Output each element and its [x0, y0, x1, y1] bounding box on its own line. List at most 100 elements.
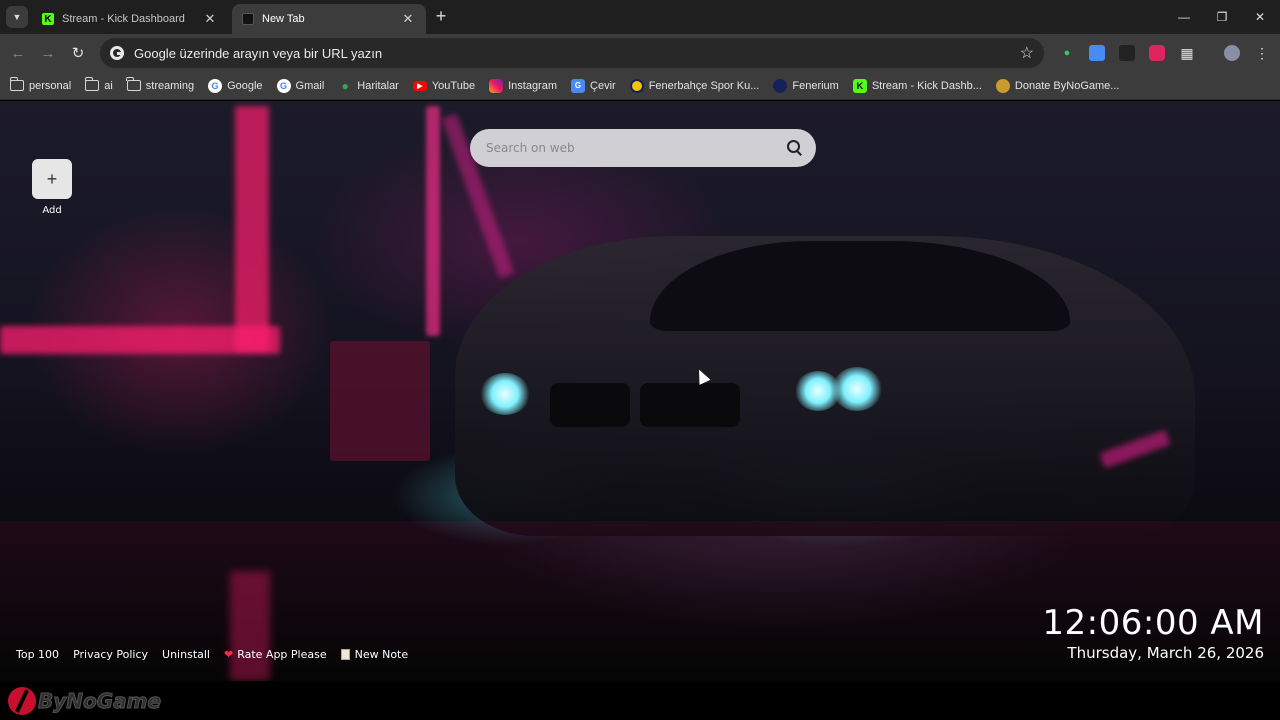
bookmark-label: YouTube	[431, 79, 476, 92]
folder-icon	[84, 77, 100, 93]
car-grille	[550, 383, 630, 427]
new-note-link[interactable]: New Note	[340, 648, 409, 661]
folder-icon	[126, 77, 141, 93]
video-extension-icon[interactable]	[1149, 45, 1165, 61]
new-tab-page: + Add Top 100 Privacy Policy Uninstall ❤…	[0, 101, 1280, 681]
bynogame-mark-icon	[8, 687, 36, 715]
browser-toolbar: ← → ↻ Google üzerinde arayın veya bir UR…	[0, 34, 1280, 72]
uninstall-link[interactable]: Uninstall	[162, 648, 210, 661]
google-icon	[110, 46, 124, 60]
add-shortcut-label: Add	[42, 205, 62, 216]
bookmark-star-icon[interactable]: ☆	[1020, 43, 1034, 63]
new-tab-button[interactable]: +	[432, 7, 450, 26]
close-icon[interactable]: ✕	[202, 11, 218, 27]
rate-app-link[interactable]: ❤ Rate App Please	[224, 648, 327, 661]
add-shortcut-button[interactable]: +	[32, 159, 72, 199]
search-icon[interactable]	[786, 139, 804, 157]
instagram-icon	[489, 78, 504, 93]
neon-strip	[235, 106, 269, 351]
window-close-button[interactable]: ✕	[1248, 6, 1272, 28]
car-grille	[640, 383, 740, 427]
shield-extension-icon[interactable]: ●	[1059, 45, 1075, 61]
bookmark-fenerium[interactable]: Fenerium	[773, 78, 839, 93]
tab-kick-dashboard[interactable]: K Stream - Kick Dashboard ✕	[32, 4, 228, 34]
chevron-down-icon: ▼	[12, 12, 22, 22]
top100-link[interactable]: Top 100	[16, 648, 59, 661]
bookmark-label: Stream - Kick Dashb...	[871, 79, 982, 92]
bookmark-folder-personal[interactable]: personal	[9, 77, 72, 93]
bookmark-label: Instagram	[508, 79, 558, 92]
extensions-puzzle-icon[interactable]: ▦	[1179, 45, 1195, 61]
clock-time: 12:06:00 AM	[1042, 603, 1264, 643]
forward-button[interactable]: →	[38, 43, 58, 63]
neon-strip	[426, 106, 440, 336]
minimize-button[interactable]: —	[1172, 6, 1196, 28]
translate-icon: G	[571, 78, 586, 93]
menu-dots-icon[interactable]: ⋮	[1254, 45, 1270, 61]
bookmark-folder-streaming[interactable]: streaming	[126, 77, 195, 93]
bookmark-label: ai	[104, 79, 113, 92]
kick-icon: K	[42, 13, 54, 25]
google-icon: G	[208, 78, 223, 93]
bookmark-instagram[interactable]: Instagram	[489, 78, 558, 93]
restore-button[interactable]: ❐	[1210, 6, 1234, 28]
close-icon[interactable]: ✕	[400, 11, 416, 27]
tab-strip: ▼ K Stream - Kick Dashboard ✕ New Tab ✕ …	[0, 0, 1280, 34]
bookmark-label: personal	[29, 79, 72, 92]
bookmark-bynogame[interactable]: Donate ByNoGame...	[995, 78, 1120, 93]
car-headlight	[480, 373, 530, 415]
bookmark-gmail[interactable]: G Gmail	[276, 78, 325, 93]
back-button[interactable]: ←	[8, 43, 28, 63]
rate-app-label: Rate App Please	[237, 648, 327, 661]
new-note-label: New Note	[354, 648, 409, 661]
dark-extension-icon[interactable]	[1119, 45, 1135, 61]
folder-icon	[9, 77, 24, 93]
youtube-icon: ▶	[412, 80, 427, 91]
background-box	[330, 341, 430, 461]
bookmark-cevir[interactable]: G Çevir	[571, 78, 616, 93]
address-bar-placeholder: Google üzerinde arayın veya bir URL yazı…	[134, 45, 383, 61]
profile-avatar[interactable]	[1224, 45, 1240, 61]
bookmark-label: streaming	[145, 79, 195, 92]
bookmark-label: Google	[227, 79, 263, 92]
footer-links: Top 100 Privacy Policy Uninstall ❤ Rate …	[16, 648, 422, 661]
bynogame-wordmark: ByNoGame	[37, 689, 162, 714]
search-input[interactable]	[486, 141, 786, 155]
tab-new-tab[interactable]: New Tab ✕	[232, 4, 426, 34]
bynogame-icon	[995, 78, 1010, 93]
bookmark-kick[interactable]: K Stream - Kick Dashb...	[852, 78, 982, 93]
bookmark-label: Çevir	[590, 79, 616, 92]
google-icon: G	[276, 78, 291, 93]
tab-title: New Tab	[262, 13, 305, 25]
car-headlight	[832, 367, 882, 411]
web-search-bar[interactable]	[470, 129, 816, 167]
tab-search-button[interactable]: ▼	[6, 6, 28, 28]
heart-icon: ❤	[223, 648, 234, 661]
bookmark-label: Fenerium	[792, 79, 839, 92]
bookmark-fenerbahce[interactable]: Fenerbahçe Spor Ku...	[629, 78, 760, 93]
fenerbahce-icon	[629, 78, 644, 93]
bookmark-label: Haritalar	[357, 79, 399, 92]
bookmark-folder-ai[interactable]: ai	[84, 77, 113, 93]
bottom-bar: ByNoGame	[0, 681, 1280, 720]
clock-date: Thursday, March 26, 2026	[1067, 644, 1264, 662]
bookmarks-bar: personal ai streaming G Google G Gmail ●…	[0, 72, 1280, 100]
bookmark-youtube[interactable]: ▶ YouTube	[412, 79, 476, 92]
bookmark-google[interactable]: G Google	[208, 78, 263, 93]
neon-reflection	[230, 571, 270, 681]
bookmark-haritalar[interactable]: ● Haritalar	[338, 79, 399, 93]
reload-button[interactable]: ↻	[68, 43, 88, 63]
kick-icon: K	[852, 78, 867, 93]
translate-extension-icon[interactable]	[1089, 45, 1105, 61]
maps-icon: ●	[341, 78, 349, 93]
plus-icon: +	[46, 168, 58, 189]
fenerium-icon	[773, 78, 788, 93]
privacy-policy-link[interactable]: Privacy Policy	[73, 648, 148, 661]
address-bar[interactable]: Google üzerinde arayın veya bir URL yazı…	[100, 38, 1044, 68]
newtab-icon	[242, 13, 254, 25]
bynogame-logo: ByNoGame	[8, 687, 162, 715]
bookmark-label: Gmail	[295, 79, 325, 92]
bookmark-label: Fenerbahçe Spor Ku...	[648, 79, 760, 92]
bookmark-label: Donate ByNoGame...	[1014, 79, 1120, 92]
note-icon	[340, 649, 350, 660]
